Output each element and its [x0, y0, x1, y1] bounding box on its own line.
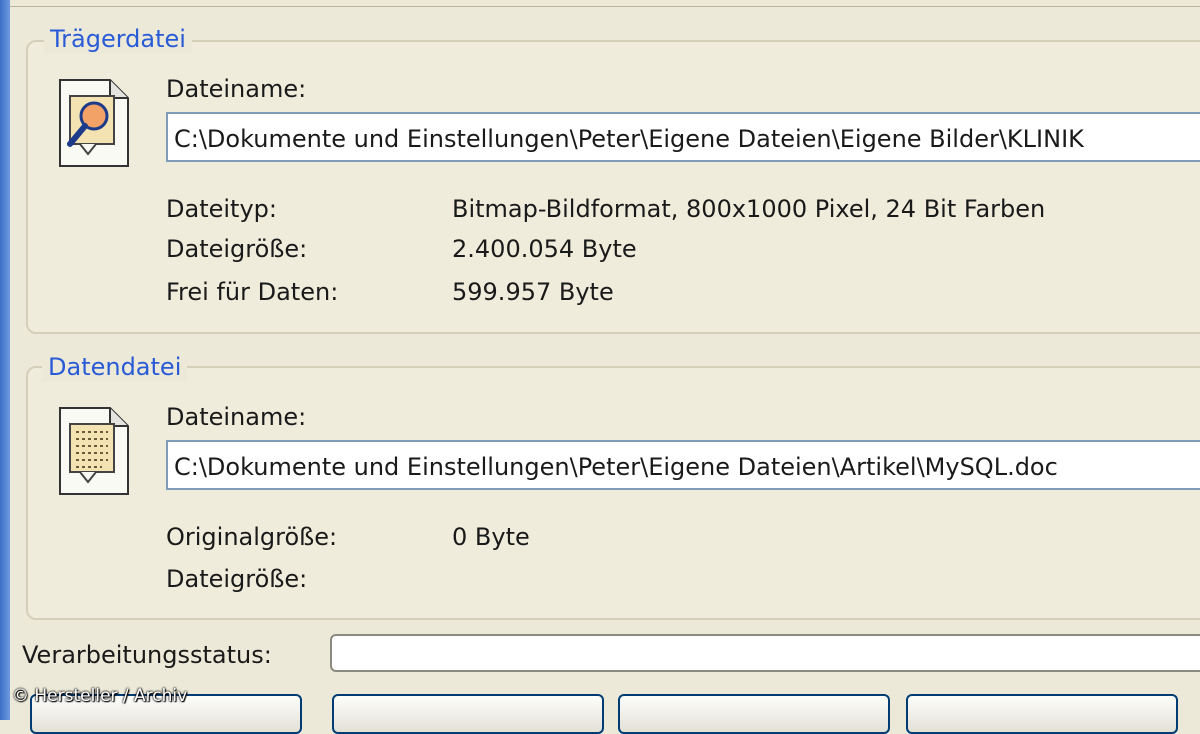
status-progress-bar	[330, 634, 1200, 672]
data-original-size-value: 0 Byte	[452, 523, 530, 551]
carrier-free-value: 599.957 Byte	[452, 278, 614, 306]
data-file-title: Datendatei	[42, 352, 188, 382]
image-credit: © Hersteller / Archiv	[12, 686, 188, 706]
carrier-filesize-label: Dateigröße:	[166, 235, 308, 263]
status-label: Verarbeitungsstatus:	[22, 641, 272, 669]
carrier-filename-label: Dateiname:	[166, 75, 307, 103]
magnifier-document-icon	[58, 78, 129, 167]
data-filename-input[interactable]: C:\Dokumente und Einstellungen\Peter\Eig…	[166, 440, 1200, 490]
carrier-filename-input[interactable]: C:\Dokumente und Einstellungen\Peter\Eig…	[166, 112, 1200, 162]
window-frame-edge	[0, 0, 10, 720]
text-document-icon	[58, 406, 129, 495]
carrier-file-title: Trägerdatei	[44, 24, 192, 54]
carrier-filetype-label: Dateityp:	[166, 195, 277, 223]
top-divider	[10, 0, 1200, 7]
carrier-filesize-value: 2.400.054 Byte	[452, 235, 637, 263]
data-original-size-label: Originalgröße:	[166, 523, 338, 551]
dialog-button-3[interactable]	[618, 694, 890, 734]
dialog-button-2[interactable]	[332, 694, 604, 734]
data-filename-label: Dateiname:	[166, 403, 307, 431]
data-filesize-label: Dateigröße:	[166, 565, 308, 593]
dialog-button-4[interactable]	[906, 694, 1178, 734]
carrier-filetype-value: Bitmap-Bildformat, 800x1000 Pixel, 24 Bi…	[452, 195, 1046, 223]
carrier-free-label: Frei für Daten:	[166, 278, 339, 306]
